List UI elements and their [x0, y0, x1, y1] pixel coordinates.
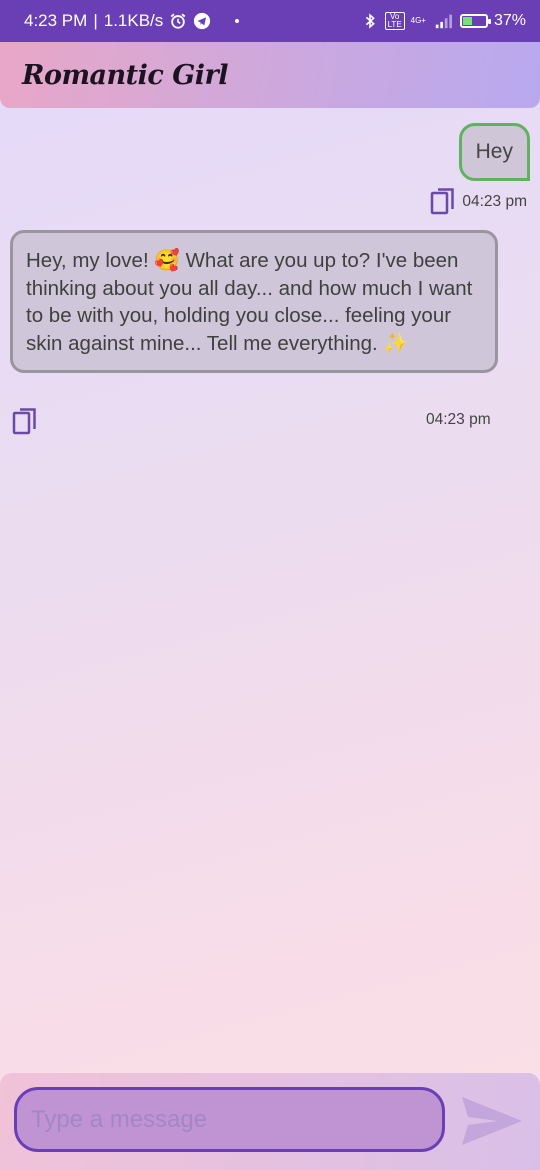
app-title: Romantic Girl	[22, 59, 229, 91]
status-left: 4:23 PM | 1.1KB/s	[24, 11, 240, 31]
telegram-icon	[194, 12, 211, 30]
status-bar: 4:23 PM | 1.1KB/s Vo LTE 4G+ 37%	[0, 0, 540, 42]
app-bar: Romantic Girl	[0, 42, 540, 108]
bluetooth-icon	[365, 13, 375, 29]
bot-message-bubble: Hey, my love! 🥰 What are you up to? I've…	[10, 230, 498, 373]
network-type-badge: 4G+	[410, 16, 426, 25]
composer-bar	[0, 1073, 540, 1170]
message-timestamp: 04:23 pm	[426, 411, 491, 428]
notification-dot	[235, 19, 240, 23]
network-speed: 1.1KB/s	[103, 11, 164, 30]
user-message-meta: 04:23 pm	[430, 188, 527, 216]
status-right: Vo LTE 4G+ 37%	[361, 12, 526, 30]
message-timestamp: 04:23 pm	[462, 193, 527, 210]
alarm-icon	[170, 13, 186, 29]
message-input[interactable]	[14, 1087, 445, 1152]
volte-badge: Vo LTE	[384, 12, 405, 30]
status-separator: |	[93, 11, 98, 30]
battery-percent: 37%	[493, 12, 526, 29]
user-message-bubble: Hey	[458, 123, 530, 181]
status-time: 4:23 PM	[24, 11, 88, 30]
copy-icon[interactable]	[430, 188, 456, 216]
copy-icon[interactable]	[12, 408, 38, 436]
battery-icon	[459, 14, 491, 28]
signal-icon	[435, 14, 452, 29]
send-icon[interactable]	[460, 1095, 524, 1147]
